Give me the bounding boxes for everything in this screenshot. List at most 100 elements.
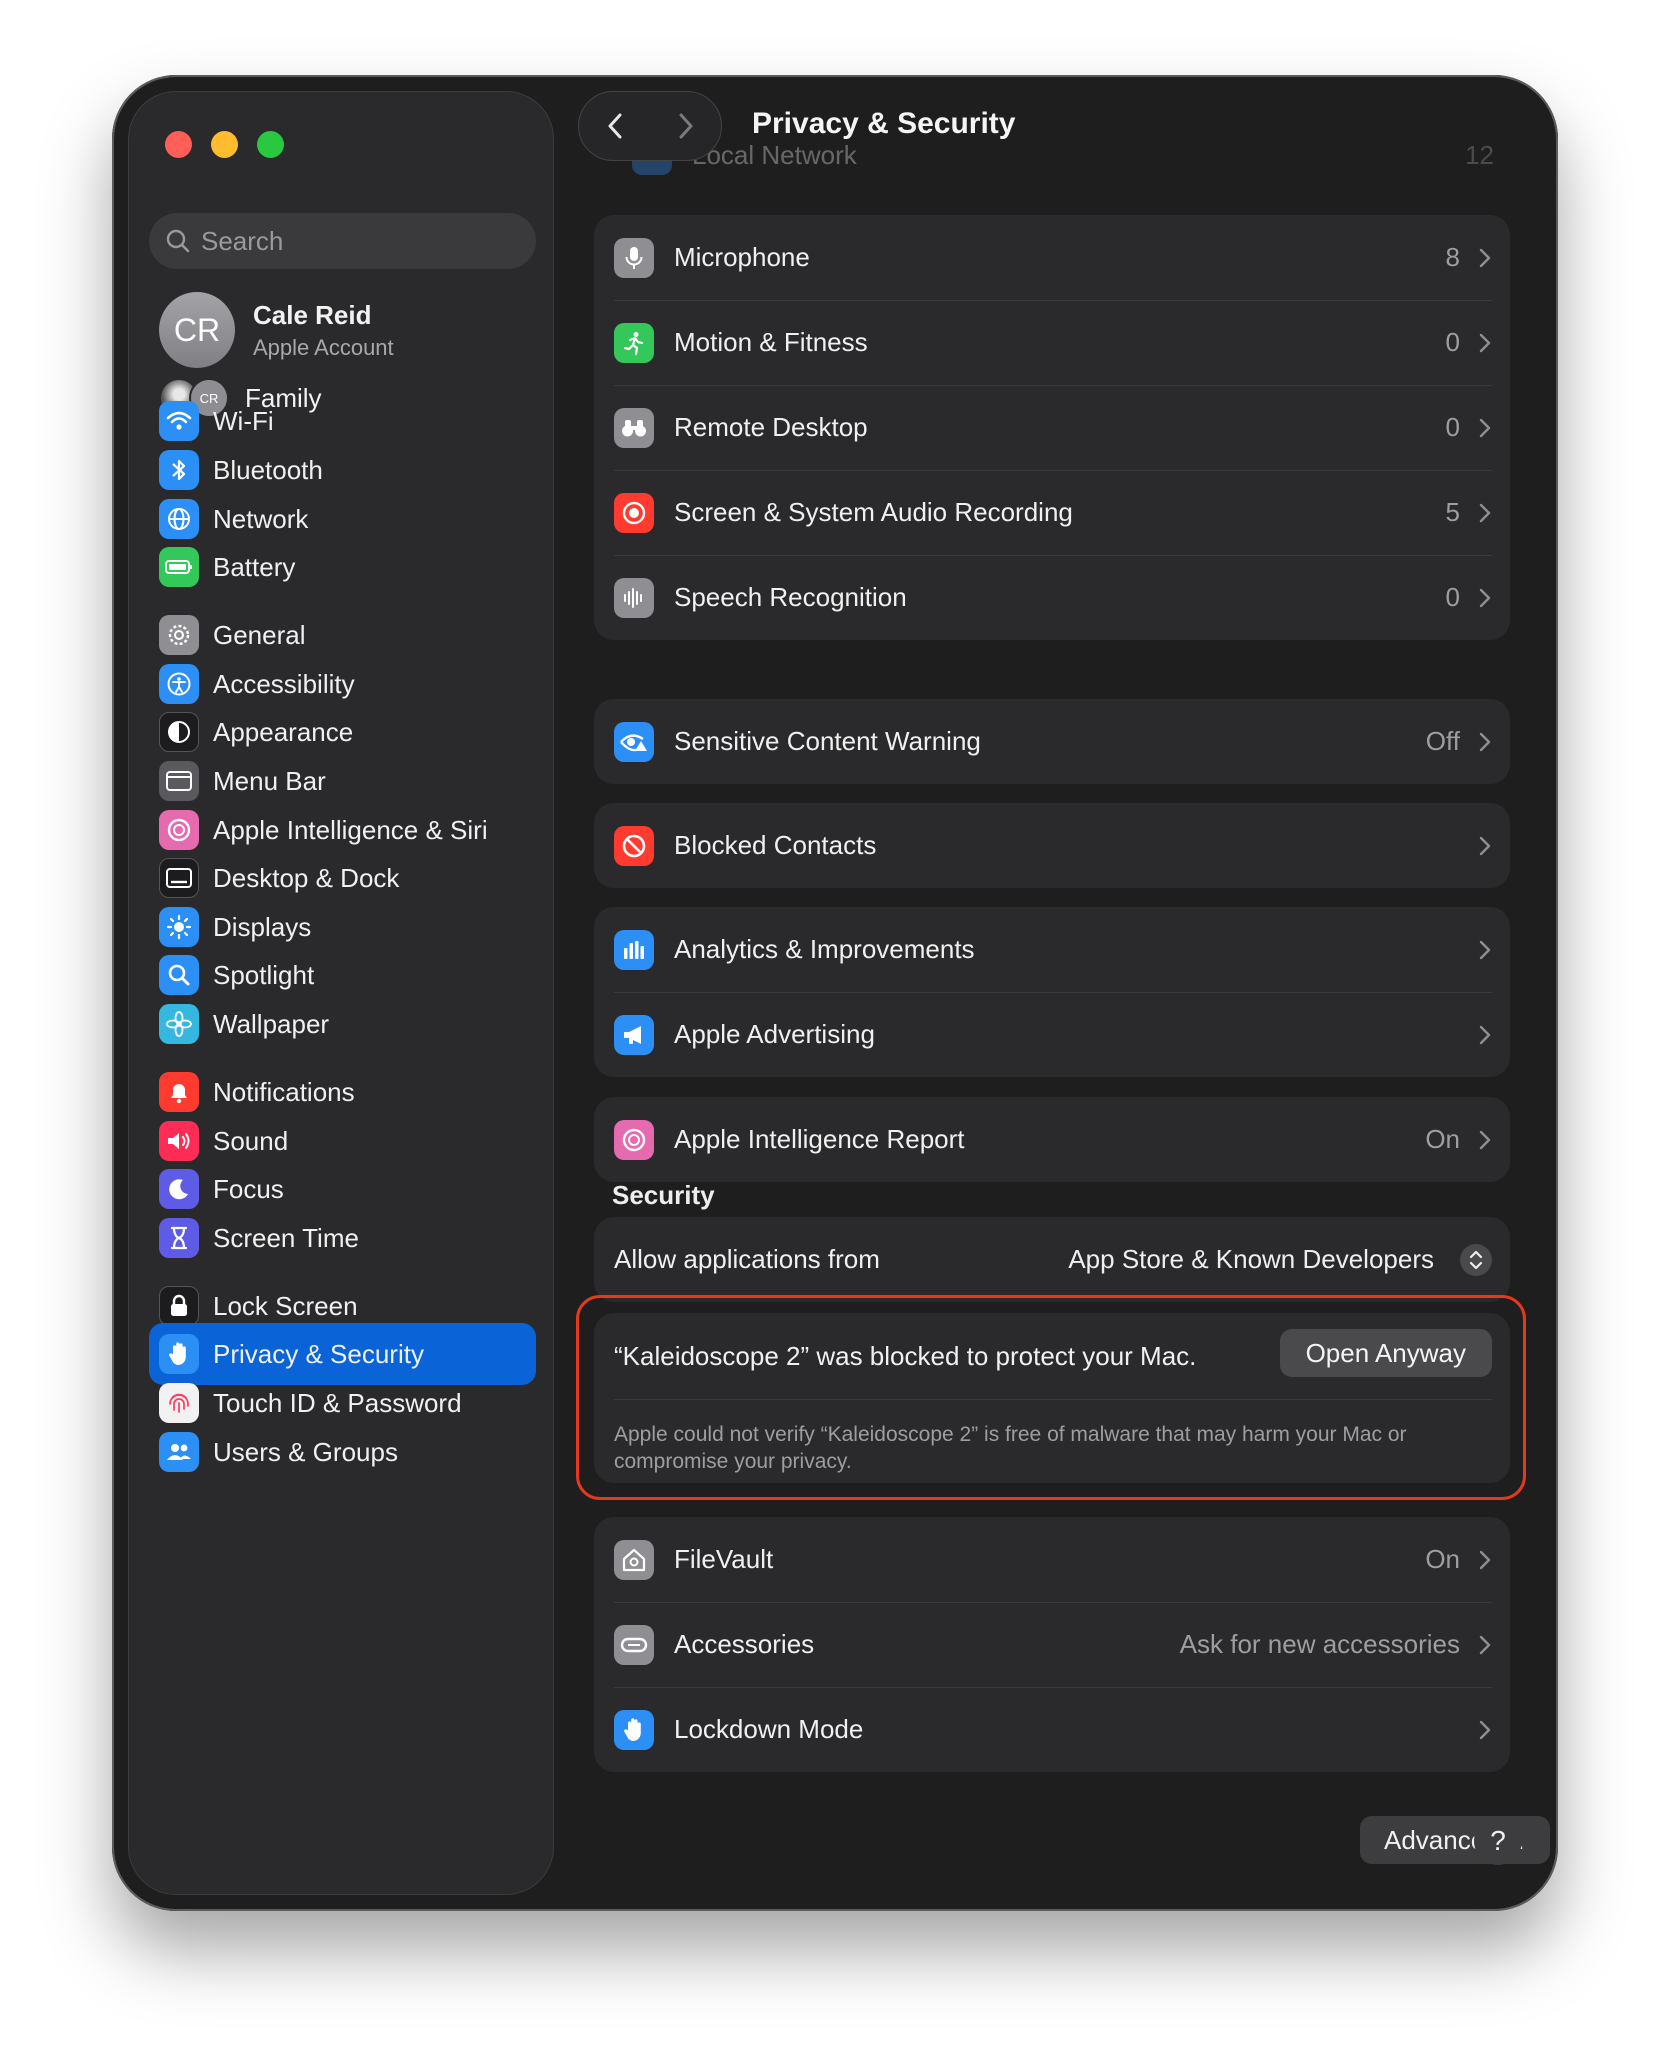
accessory-icon: [614, 1624, 654, 1665]
row-value: 12: [1465, 139, 1494, 170]
search-field[interactable]: Search: [149, 213, 536, 269]
zoom-button[interactable]: [257, 131, 284, 158]
row-label: Microphone: [674, 242, 810, 272]
sidebar-item-label: Wi-Fi: [213, 405, 274, 436]
row-label: Local Network: [692, 139, 857, 170]
sensitive-content-group: Sensitive Content Warning Off: [594, 699, 1510, 784]
chevron-right-icon: [1479, 248, 1491, 267]
sidebar-item-battery[interactable]: Battery: [149, 536, 536, 598]
list-item-sensitive-content-warning[interactable]: Sensitive Content Warning Off: [594, 699, 1510, 784]
search-placeholder: Search: [201, 225, 284, 256]
magnifier-icon: [159, 955, 199, 995]
open-anyway-button[interactable]: Open Anyway: [1279, 1329, 1492, 1377]
speaker-icon: [159, 1121, 199, 1161]
list-item-accessories[interactable]: Accessories Ask for new accessories: [594, 1602, 1510, 1687]
divider: [614, 1399, 1492, 1400]
chevron-right-icon: [1479, 1025, 1491, 1044]
row-label: Apple Advertising: [674, 1019, 875, 1049]
row-value: 8: [1445, 242, 1460, 272]
row-value: 5: [1445, 497, 1460, 527]
apple-intelligence-icon: [614, 1119, 654, 1160]
globe-icon: [159, 499, 199, 539]
row-label: Accessories: [674, 1629, 815, 1659]
list-item-apple-intelligence-report[interactable]: Apple Intelligence Report On: [594, 1097, 1510, 1182]
allow-applications-popup[interactable]: App Store & Known Developers: [1068, 1243, 1492, 1276]
list-item-filevault[interactable]: FileVault On: [594, 1517, 1510, 1602]
chevron-right-icon: [1479, 1550, 1491, 1569]
allow-applications-label: Allow applications from: [614, 1244, 880, 1274]
sidebar-item-label: Displays: [213, 911, 312, 942]
account-subtitle: Apple Account: [253, 334, 394, 360]
sidebar-item-label: Wallpaper: [213, 1008, 330, 1039]
row-value: 0: [1445, 582, 1460, 612]
sidebar-item-screen-time[interactable]: Screen Time: [149, 1207, 536, 1269]
accessibility-icon: [159, 664, 199, 704]
list-item-motion-and-fitness[interactable]: Motion & Fitness 0: [594, 300, 1510, 385]
blocked-contacts-group: Blocked Contacts: [594, 803, 1510, 888]
help-button[interactable]: ?: [1474, 1817, 1522, 1865]
sun-icon: [159, 907, 199, 947]
window-controls: [165, 131, 284, 158]
record-icon: [614, 492, 654, 533]
chevron-right-icon: [1479, 940, 1491, 959]
apple-account[interactable]: CR Cale Reid Apple Account: [159, 292, 394, 368]
binoculars-icon: [614, 407, 654, 448]
account-name: Cale Reid: [253, 299, 372, 330]
row-label: Lockdown Mode: [674, 1714, 864, 1744]
row-label: FileVault: [674, 1544, 774, 1574]
row-value: Ask for new accessories: [1179, 1629, 1460, 1659]
security-section-title: Security: [612, 1180, 715, 1210]
sidebar-item-label: Users & Groups: [213, 1436, 398, 1467]
apple-intelligence-icon: [159, 810, 199, 850]
list-item-speech-recognition[interactable]: Speech Recognition 0: [594, 555, 1510, 640]
sidebar-item-label: Battery: [213, 551, 296, 582]
allow-applications-value: App Store & Known Developers: [1068, 1244, 1434, 1274]
list-item-lockdown-mode[interactable]: Lockdown Mode: [594, 1687, 1510, 1772]
chevron-right-icon: [1479, 836, 1491, 855]
sidebar-item-label: Notifications: [213, 1076, 355, 1107]
list-item-microphone[interactable]: Microphone 8: [594, 215, 1510, 300]
chevron-right-icon: [1479, 503, 1491, 522]
waveform-icon: [614, 577, 654, 618]
users-icon: [159, 1432, 199, 1472]
sidebar-item-label: Touch ID & Password: [213, 1387, 462, 1418]
avatar: CR: [159, 292, 235, 368]
sidebar: Search CR Cale Reid Apple Account CR Fam…: [128, 91, 554, 1895]
minimize-button[interactable]: [211, 131, 238, 158]
chevron-right-icon: [1479, 1635, 1491, 1654]
forward-icon[interactable]: [676, 111, 696, 141]
row-label: Speech Recognition: [674, 582, 907, 612]
sidebar-item-label: Desktop & Dock: [213, 862, 400, 893]
list-item-blocked-contacts[interactable]: Blocked Contacts: [594, 803, 1510, 888]
list-item-apple-advertising[interactable]: Apple Advertising: [594, 992, 1510, 1077]
gear-icon: [159, 615, 199, 655]
close-button[interactable]: [165, 131, 192, 158]
settings-window: Search CR Cale Reid Apple Account CR Fam…: [112, 75, 1558, 1911]
list-item-local-network[interactable]: Local Network 12: [612, 135, 1512, 175]
sidebar-item-label: Spotlight: [213, 959, 315, 990]
allow-apps-group: Allow applications from App Store & Know…: [594, 1217, 1510, 1302]
filevault-icon: [614, 1539, 654, 1580]
hand-icon: [614, 1709, 654, 1750]
fingerprint-icon: [159, 1383, 199, 1423]
row-value: On: [1425, 1124, 1460, 1154]
main-pane: Local Network 12 Privacy & Security Micr…: [554, 75, 1558, 1911]
sidebar-item-wallpaper[interactable]: Wallpaper: [149, 993, 536, 1055]
wifi-icon: [159, 401, 199, 441]
bluetooth-icon: [159, 450, 199, 490]
row-label: Blocked Contacts: [674, 830, 877, 860]
row-label: Remote Desktop: [674, 412, 868, 442]
sidebar-item-label: Screen Time: [213, 1222, 359, 1253]
list-item-screen-and-system-audio-recording[interactable]: Screen & System Audio Recording 5: [594, 470, 1510, 555]
sidebar-item-users-and-groups[interactable]: Users & Groups: [149, 1421, 536, 1483]
hourglass-icon: [159, 1218, 199, 1258]
security-list: FileVault On Accessories Ask for new access…: [594, 1517, 1510, 1772]
blocked-app-detail: Apple could not verify “Kaleidoscope 2” …: [614, 1423, 1407, 1473]
back-icon[interactable]: [605, 111, 625, 141]
sidebar-item-label: Focus: [213, 1173, 284, 1204]
list-item-analytics-and-improvements[interactable]: Analytics & Improvements: [594, 907, 1510, 992]
row-label: Analytics & Improvements: [674, 934, 975, 964]
hand-icon: [159, 1334, 199, 1374]
blocked-app-notice: “Kaleidoscope 2” was blocked to protect …: [594, 1313, 1510, 1483]
list-item-remote-desktop[interactable]: Remote Desktop 0: [594, 385, 1510, 470]
